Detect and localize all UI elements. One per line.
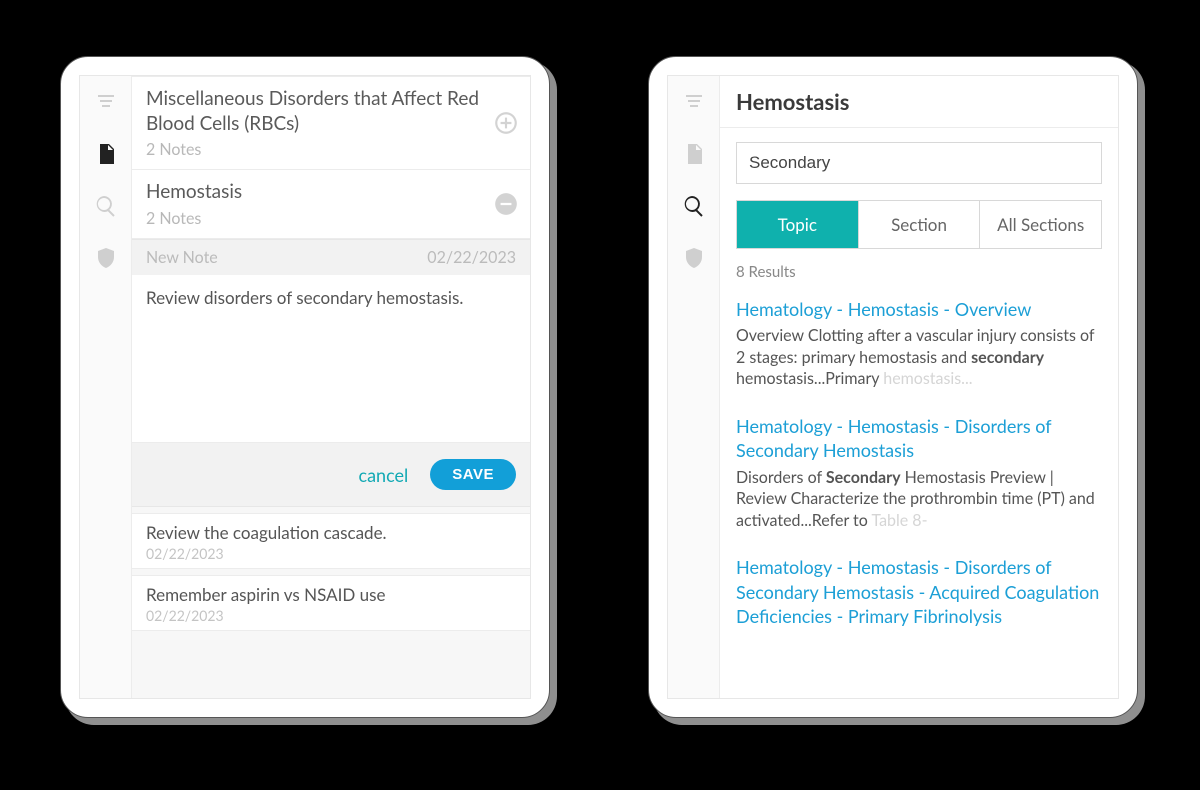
note-item[interactable]: Remember aspirin vs NSAID use 02/22/2023 — [132, 575, 530, 631]
results-count: 8 Results — [720, 249, 1118, 289]
new-note-label: New Note — [146, 248, 218, 267]
new-note-date: 02/22/2023 — [427, 248, 516, 267]
device-notes: Miscellaneous Disorders that Affect Red … — [60, 56, 550, 718]
note-text: Remember aspirin vs NSAID use — [146, 584, 516, 605]
note-item[interactable]: Review the coagulation cascade. 02/22/20… — [132, 513, 530, 569]
section-misc-disorders[interactable]: Miscellaneous Disorders that Affect Red … — [132, 76, 530, 170]
notes-icon[interactable] — [80, 128, 132, 180]
result-title: Hematology - Hemostasis - Disorders of S… — [736, 414, 1102, 463]
device-inner: Hemostasis Topic Section All Sections 8 … — [667, 75, 1119, 699]
section-count: 2 Notes — [146, 209, 516, 228]
note-text: Review the coagulation cascade. — [146, 522, 516, 543]
search-result[interactable]: Hematology - Hemostasis - Overview Overv… — [720, 289, 1118, 406]
section-count: 2 Notes — [146, 140, 516, 159]
result-snippet: Overview Clotting after a vascular injur… — [736, 325, 1102, 390]
note-date: 02/22/2023 — [146, 545, 516, 562]
section-title: Miscellaneous Disorders that Affect Red … — [146, 87, 516, 136]
notes-icon[interactable] — [668, 128, 720, 180]
search-icon[interactable] — [668, 180, 720, 232]
scope-all-sections[interactable]: All Sections — [979, 201, 1101, 248]
menu-icon[interactable] — [668, 76, 720, 128]
sidebar-left — [80, 76, 132, 698]
editor-actions: cancel SAVE — [132, 443, 530, 507]
search-result[interactable]: Hematology - Hemostasis - Disorders of S… — [720, 406, 1118, 547]
result-snippet: Disorders of Secondary Hemostasis Previe… — [736, 467, 1102, 532]
add-note-button[interactable] — [492, 109, 520, 137]
page-title: Hemostasis — [720, 76, 1118, 128]
notes-content: Miscellaneous Disorders that Affect Red … — [132, 76, 530, 698]
note-editor[interactable]: Review disorders of secondary hemostasis… — [132, 275, 530, 443]
search-panel: Topic Section All Sections — [720, 128, 1118, 249]
collapse-section-button[interactable] — [492, 190, 520, 218]
result-title: Hematology - Hemostasis - Disorders of S… — [736, 555, 1102, 628]
result-title: Hematology - Hemostasis - Overview — [736, 297, 1102, 321]
new-note-header: New Note 02/22/2023 — [132, 239, 530, 275]
scope-topic[interactable]: Topic — [737, 201, 858, 248]
search-result[interactable]: Hematology - Hemostasis - Disorders of S… — [720, 547, 1118, 644]
search-icon[interactable] — [80, 180, 132, 232]
device-search: Hemostasis Topic Section All Sections 8 … — [648, 56, 1138, 718]
device-inner: Miscellaneous Disorders that Affect Red … — [79, 75, 531, 699]
search-input[interactable] — [736, 142, 1102, 184]
shield-icon[interactable] — [80, 232, 132, 284]
section-title: Hemostasis — [146, 180, 516, 205]
scope-segment: Topic Section All Sections — [736, 200, 1102, 249]
shield-icon[interactable] — [668, 232, 720, 284]
save-button[interactable]: SAVE — [430, 459, 516, 490]
note-date: 02/22/2023 — [146, 607, 516, 624]
search-content: Hemostasis Topic Section All Sections 8 … — [720, 76, 1118, 698]
cancel-button[interactable]: cancel — [358, 464, 408, 486]
scope-section[interactable]: Section — [858, 201, 980, 248]
sidebar-right — [668, 76, 720, 698]
section-hemostasis[interactable]: Hemostasis 2 Notes — [132, 169, 530, 239]
menu-icon[interactable] — [80, 76, 132, 128]
